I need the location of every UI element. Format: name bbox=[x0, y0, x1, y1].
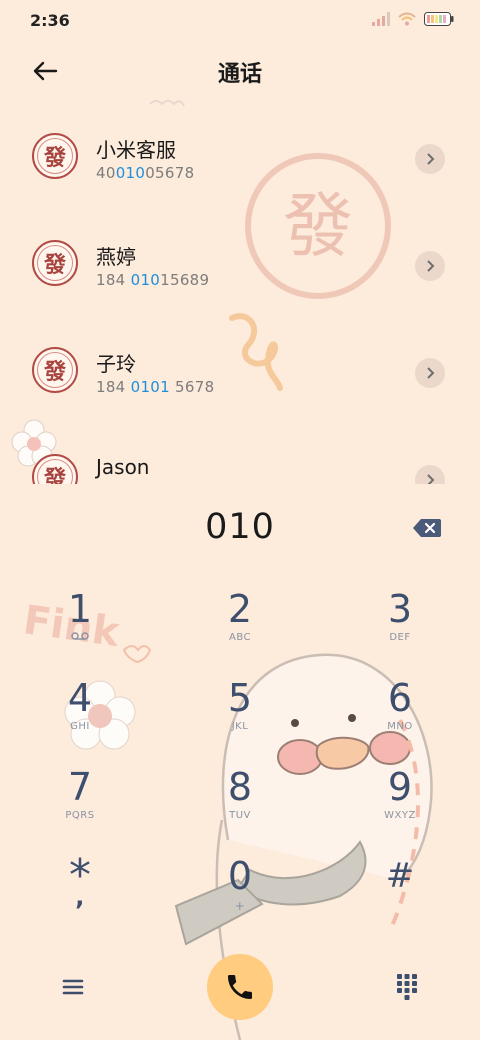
key-letters: PQRS bbox=[65, 810, 95, 821]
key-5[interactable]: 5 JKL bbox=[180, 677, 300, 757]
chevron-right-icon bbox=[427, 153, 435, 165]
key-letters: JKL bbox=[231, 721, 249, 732]
key-letters: , bbox=[75, 883, 85, 911]
key-2[interactable]: 2 ABC bbox=[180, 588, 300, 668]
dialpad-toggle-button[interactable] bbox=[392, 970, 422, 1004]
key-hash[interactable]: # bbox=[340, 855, 460, 935]
key-digit: 6 bbox=[387, 676, 413, 720]
contact-item[interactable]: 發 燕婷 184 01015689 bbox=[0, 211, 480, 317]
key-star[interactable]: * , bbox=[20, 854, 140, 935]
dialpad-icon bbox=[397, 974, 417, 1000]
contact-number: 184 0101 5678 bbox=[96, 378, 215, 396]
chevron-right-icon bbox=[427, 474, 435, 484]
key-digit: 1 bbox=[67, 587, 93, 631]
wifi-icon bbox=[398, 12, 416, 26]
key-digit: 5 bbox=[227, 676, 253, 720]
contact-item[interactable]: 發 子玲 184 0101 5678 bbox=[0, 318, 480, 424]
key-4[interactable]: 4 GHI bbox=[20, 677, 140, 757]
contact-name: Jason bbox=[96, 455, 150, 479]
chevron-right-icon bbox=[427, 367, 435, 379]
contact-detail-button[interactable] bbox=[415, 465, 445, 484]
call-button[interactable] bbox=[207, 954, 273, 1020]
key-digit: 2 bbox=[227, 587, 253, 631]
voicemail-icon bbox=[71, 632, 89, 640]
menu-button[interactable] bbox=[58, 972, 88, 1002]
menu-icon bbox=[62, 979, 84, 995]
status-time: 2:36 bbox=[30, 11, 70, 30]
backspace-button[interactable] bbox=[412, 517, 442, 539]
key-8[interactable]: 8 TUV bbox=[180, 766, 300, 846]
contact-avatar: 發 bbox=[32, 454, 78, 484]
key-digit: 9 bbox=[387, 765, 413, 809]
key-letters: DEF bbox=[389, 632, 411, 643]
key-7[interactable]: 7 PQRS bbox=[20, 766, 140, 846]
dialed-number: 010 bbox=[205, 507, 275, 547]
contact-name: 子玲 bbox=[96, 352, 136, 376]
contact-detail-button[interactable] bbox=[415, 358, 445, 388]
header: 通话 bbox=[0, 48, 480, 94]
contact-suggestions: 發 小米客服 4001005678 發 燕婷 184 01015689 發 子玲… bbox=[0, 104, 480, 484]
contact-name: 燕婷 bbox=[96, 245, 136, 269]
contact-number: 4001005678 bbox=[96, 164, 195, 182]
contact-detail-button[interactable] bbox=[415, 144, 445, 174]
key-letters: WXYZ bbox=[384, 810, 416, 821]
phone-icon bbox=[228, 975, 252, 999]
dial-display: 010 bbox=[0, 503, 480, 553]
key-9[interactable]: 9 WXYZ bbox=[340, 766, 460, 846]
key-digit: 8 bbox=[227, 765, 253, 809]
key-digit: 4 bbox=[67, 676, 93, 720]
contact-name: 小米客服 bbox=[96, 138, 176, 162]
key-1[interactable]: 1 bbox=[20, 588, 140, 668]
contact-item[interactable]: 發 小米客服 4001005678 bbox=[0, 104, 480, 210]
key-6[interactable]: 6 MNO bbox=[340, 677, 460, 757]
battery-icon bbox=[424, 12, 454, 26]
contact-item[interactable]: 發 Jason bbox=[0, 425, 480, 484]
key-digit: 3 bbox=[387, 587, 413, 631]
key-letters: ABC bbox=[228, 632, 251, 643]
page-title: 通话 bbox=[217, 62, 262, 87]
key-letters: GHI bbox=[70, 721, 90, 732]
status-bar: 2:36 bbox=[0, 0, 480, 42]
signal-icon bbox=[372, 12, 390, 26]
key-digit: 0 bbox=[227, 854, 253, 898]
contact-number: 184 01015689 bbox=[96, 271, 210, 289]
status-icons bbox=[372, 12, 454, 26]
chevron-right-icon bbox=[427, 260, 435, 272]
contact-avatar: 發 bbox=[32, 133, 78, 179]
contact-detail-button[interactable] bbox=[415, 251, 445, 281]
key-digit: 7 bbox=[67, 765, 93, 809]
key-3[interactable]: 3 DEF bbox=[340, 588, 460, 668]
bottom-bar bbox=[0, 952, 480, 1022]
key-letters: + bbox=[234, 899, 246, 913]
key-digit: # bbox=[385, 856, 415, 896]
key-letters: TUV bbox=[229, 810, 251, 821]
key-0[interactable]: 0 + bbox=[180, 855, 300, 935]
key-letters: MNO bbox=[387, 721, 413, 732]
contact-avatar: 發 bbox=[32, 347, 78, 393]
backspace-icon bbox=[413, 519, 441, 537]
contact-avatar: 發 bbox=[32, 240, 78, 286]
